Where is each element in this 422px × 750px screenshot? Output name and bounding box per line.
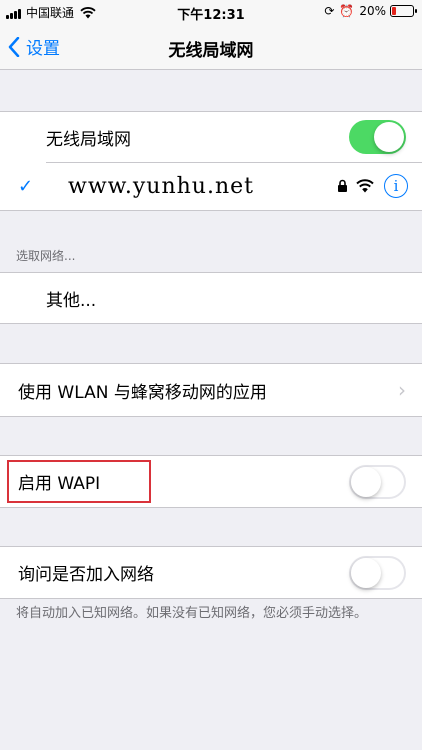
wlan-apps-group: 使用 WLAN 与蜂窝移动网的应用 › [0,363,422,417]
battery-icon [390,5,417,17]
status-bar: 中国联通 下午12:31 ⟳ ⏰ 20% [0,0,422,24]
ask-join-group: 询问是否加入网络 [0,546,422,599]
connected-network-row[interactable]: ✓ www.yunhu.net i [0,162,422,210]
connected-network-name: www.yunhu.net [68,173,255,199]
battery-level [392,7,396,15]
other-network-label: 其他... [46,290,97,311]
wifi-signal-icon [356,179,374,193]
page-title: 无线局域网 [168,41,254,61]
chevron-right-icon: › [398,378,406,402]
rotation-lock-icon: ⟳ [324,4,335,18]
navigation-bar: 设置 无线局域网 [0,24,422,70]
choose-network-header: 选取网络... [16,249,76,263]
toggle-knob [374,122,404,152]
choose-network-group: 其他... [0,272,422,324]
wlan-apps-label: 使用 WLAN 与蜂窝移动网的应用 [18,382,267,403]
toggle-knob [351,557,381,588]
ask-join-row: 询问是否加入网络 [0,547,422,598]
alarm-icon: ⏰ [339,4,355,18]
wifi-group: 无线局域网 ✓ www.yunhu.net i [0,111,422,211]
wifi-label: 无线局域网 [46,129,131,150]
ask-join-toggle[interactable] [349,555,406,590]
wapi-toggle[interactable] [349,464,406,499]
network-status-icons: i [337,174,408,198]
info-icon[interactable]: i [384,174,408,198]
other-network-row[interactable]: 其他... [0,273,422,323]
lock-icon [338,179,347,192]
ask-join-footer: 将自动加入已知网络。如果没有已知网络，您必须手动选择。 [16,606,368,621]
status-right: ⟳ ⏰ 20% [324,4,417,18]
battery-percent: 20% [359,4,386,18]
ask-join-label: 询问是否加入网络 [18,565,154,585]
wifi-toggle[interactable] [349,120,406,154]
checkmark-icon: ✓ [18,175,34,197]
toggle-knob [351,466,381,497]
wlan-apps-row[interactable]: 使用 WLAN 与蜂窝移动网的应用 › [0,364,422,416]
wifi-toggle-row: 无线局域网 [0,112,422,162]
highlight-box [7,460,151,503]
